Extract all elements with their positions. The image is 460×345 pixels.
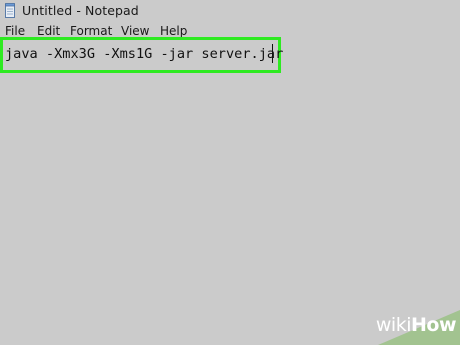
menu-view[interactable]: View (121, 24, 149, 38)
title-bar: Untitled - Notepad (0, 0, 460, 23)
menu-format[interactable]: Format (70, 24, 112, 38)
menu-file[interactable]: File (5, 24, 25, 38)
notepad-icon (5, 3, 15, 18)
window-title: Untitled - Notepad (22, 3, 139, 18)
text-caret (272, 44, 273, 63)
watermark-suffix: How (410, 314, 457, 336)
menu-help[interactable]: Help (160, 24, 187, 38)
menu-edit[interactable]: Edit (37, 24, 60, 38)
wikihow-watermark: wikiHow (360, 300, 460, 345)
notepad-window: Untitled - Notepad File Edit Format View… (0, 0, 460, 345)
editor-line[interactable]: java -Xmx3G -Xms1G -jar server.jar (5, 46, 283, 62)
watermark-prefix: wiki (375, 314, 412, 336)
watermark-text: wikiHow (375, 314, 457, 336)
